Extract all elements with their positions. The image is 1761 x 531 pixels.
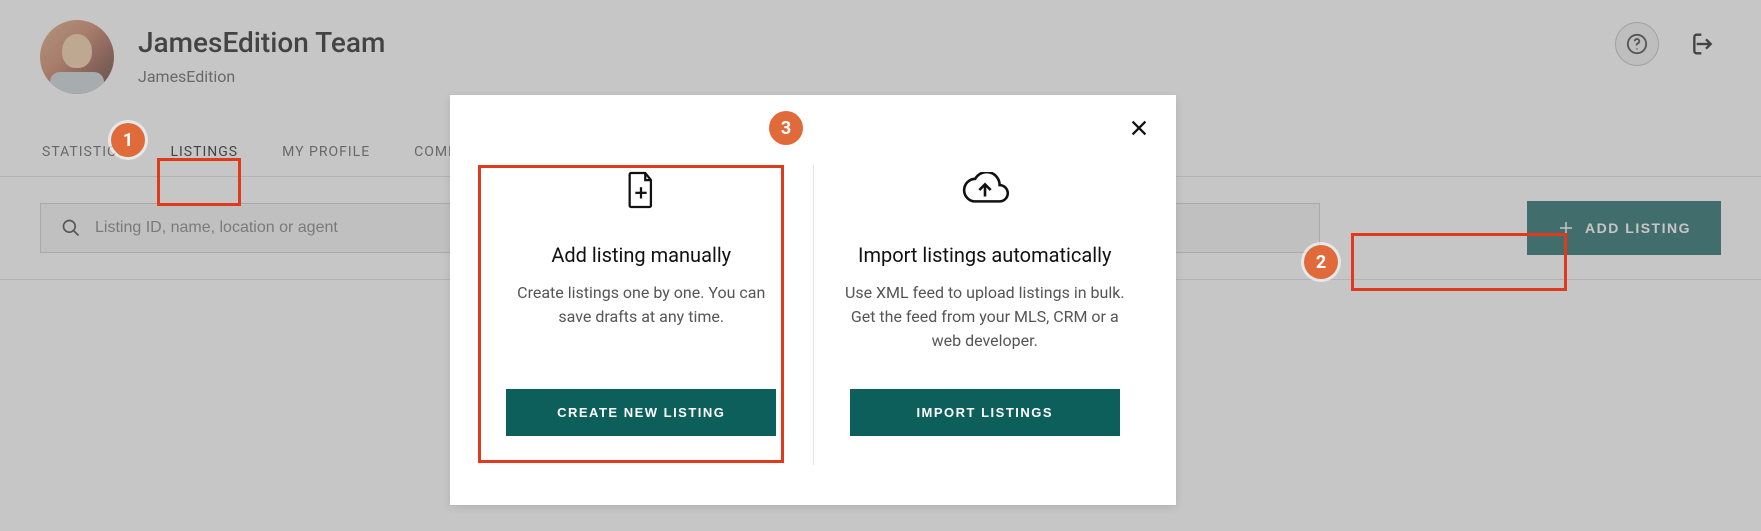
add-file-icon [624,170,658,210]
cloud-upload-icon [959,172,1011,208]
auto-desc: Use XML feed to upload listings in bulk.… [845,281,1125,353]
manual-desc: Create listings one by one. You can save… [501,281,781,329]
annotation-badge-3: 3 [769,111,803,145]
modal-manual-column: Add listing manually Create listings one… [470,165,814,465]
add-listing-modal: Add listing manually Create listings one… [450,95,1176,505]
annotation-badge-1: 1 [111,123,145,157]
close-icon [1128,117,1150,139]
create-new-listing-button[interactable]: CREATE NEW LISTING [506,389,776,436]
import-listings-button[interactable]: IMPORT LISTINGS [850,389,1120,436]
modal-auto-column: Import listings automatically Use XML fe… [814,165,1157,465]
annotation-badge-2: 2 [1304,245,1338,279]
close-modal-button[interactable] [1128,117,1150,143]
auto-title: Import listings automatically [858,243,1111,267]
manual-title: Add listing manually [551,243,731,267]
